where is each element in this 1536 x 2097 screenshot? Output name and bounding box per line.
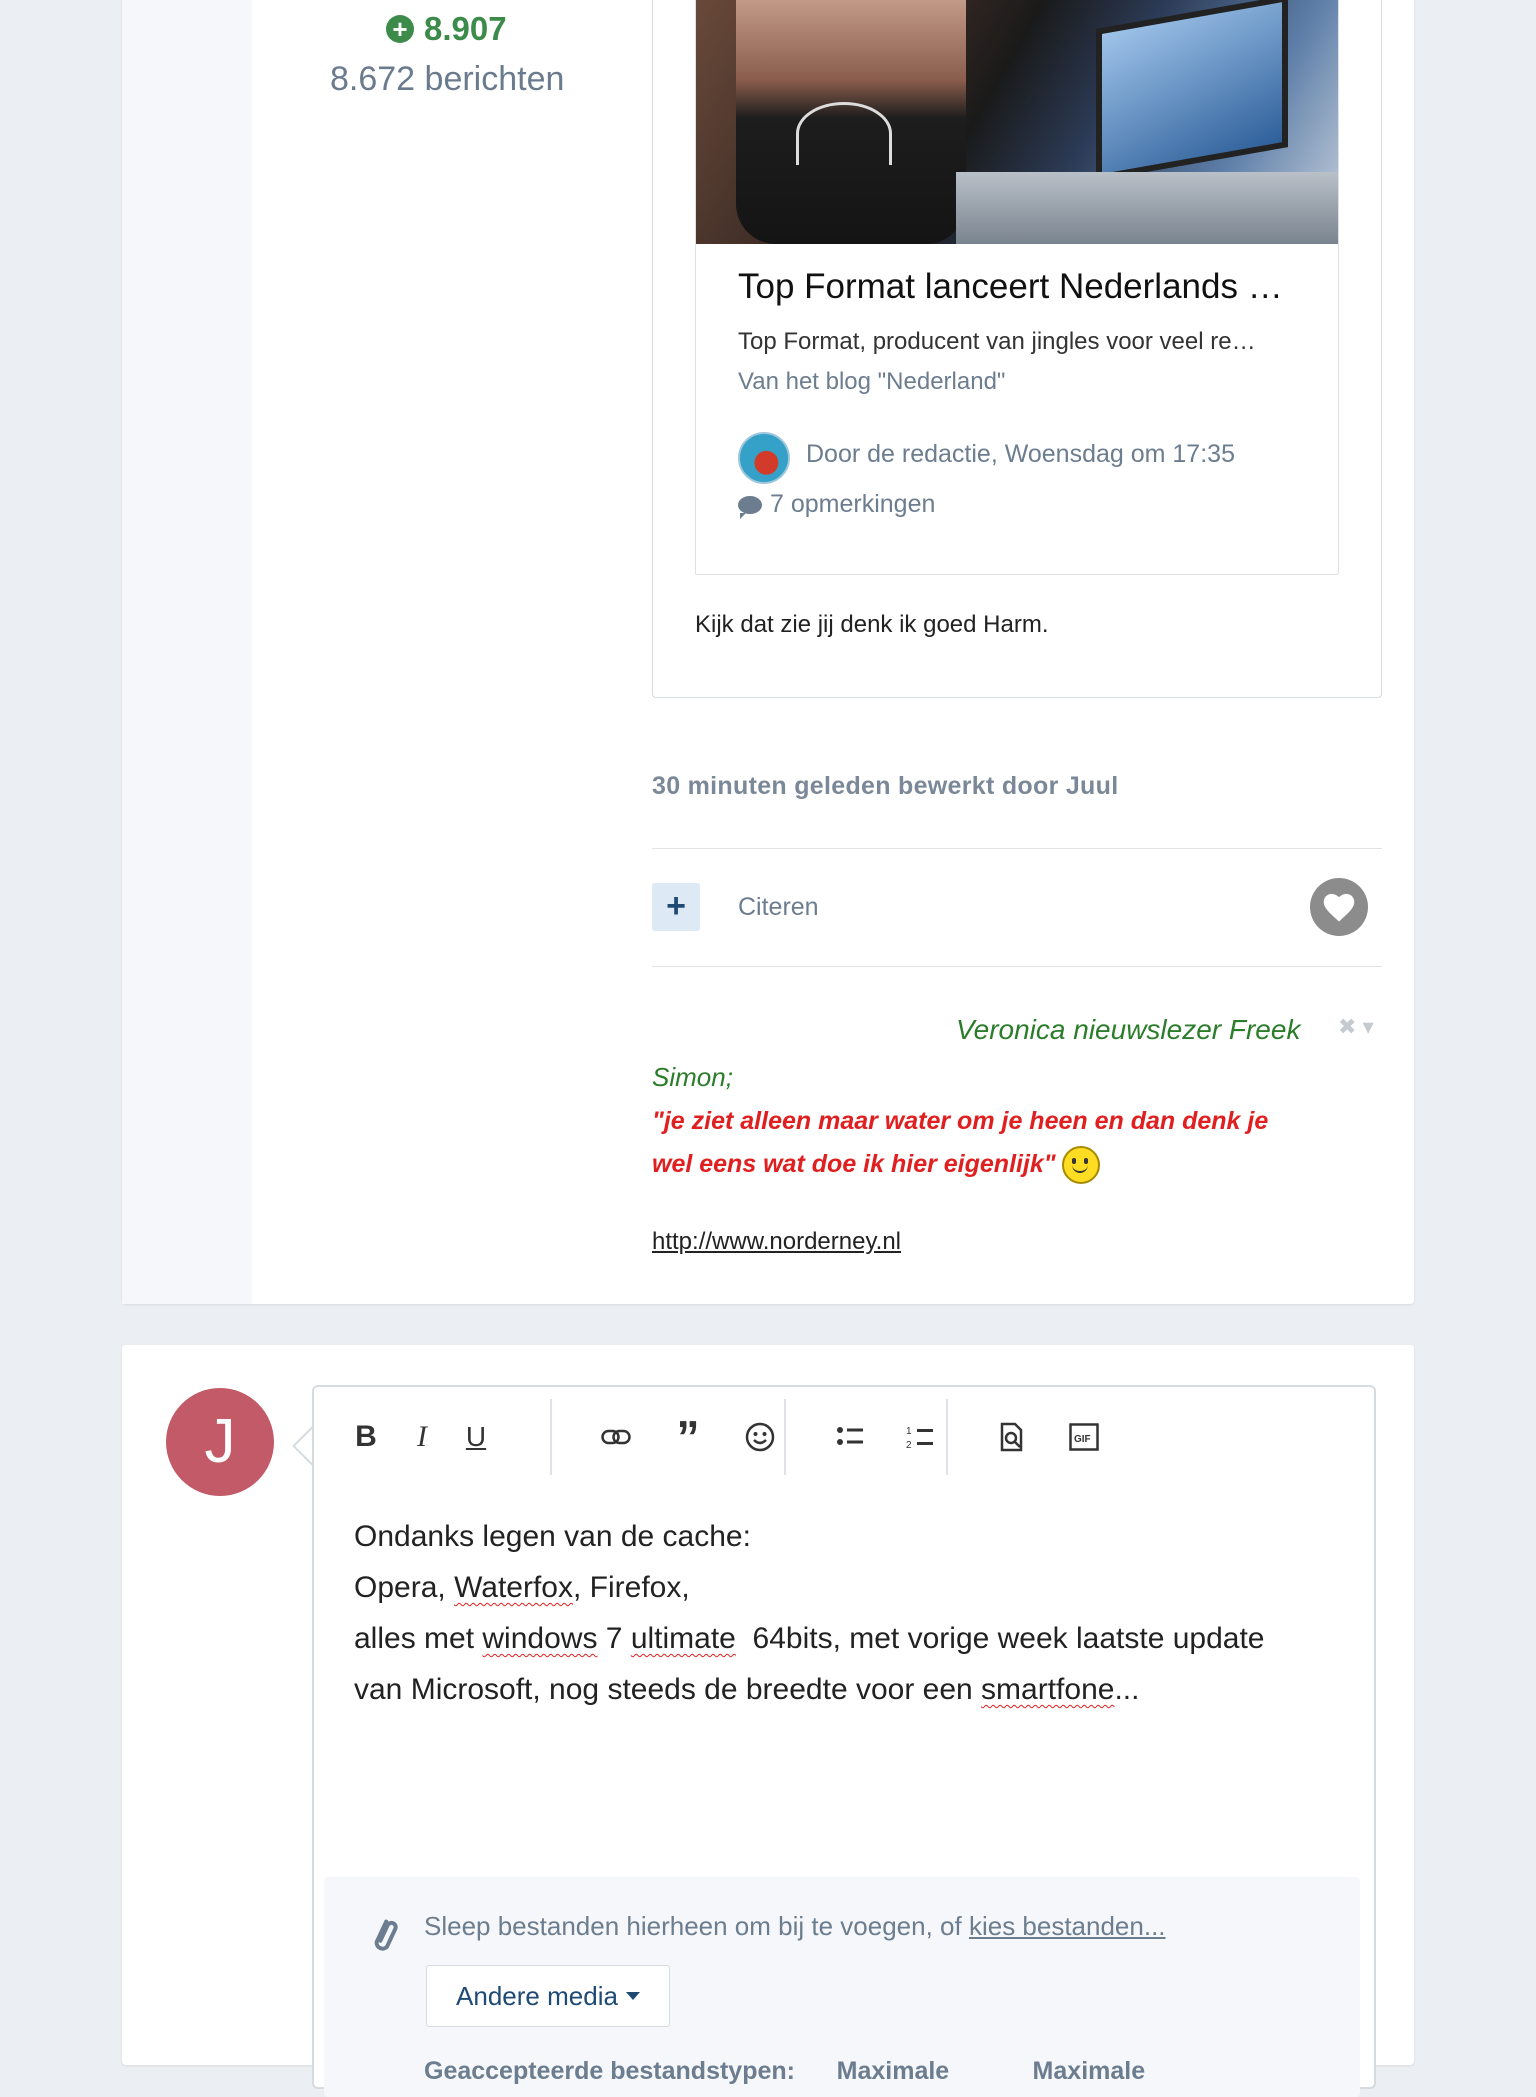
- bullet-list-icon[interactable]: [828, 1415, 872, 1459]
- signature-name: Veronica nieuwslezer Freek: [956, 1014, 1301, 1045]
- embed-card[interactable]: Top Format lanceert Nederlands … Top For…: [695, 0, 1339, 575]
- text-run: Opera,: [354, 1571, 455, 1604]
- embed-title[interactable]: Top Format lanceert Nederlands …: [738, 267, 1298, 307]
- misspelled-word[interactable]: ultimate: [631, 1622, 736, 1655]
- italic-icon[interactable]: I: [400, 1415, 444, 1459]
- embed-description: Top Format, producent van jingles voor v…: [738, 328, 1256, 355]
- other-media-label: Andere media: [456, 1980, 618, 2011]
- preview-icon[interactable]: [990, 1415, 1034, 1459]
- embed-image-monitor: [1096, 0, 1288, 181]
- multiquote-button[interactable]: +: [652, 883, 700, 931]
- avatar[interactable]: J: [166, 1388, 274, 1496]
- chevron-down-icon[interactable]: ▾: [1363, 1014, 1374, 1039]
- attachment-dropzone[interactable]: Sleep bestanden hierheen om bij te voege…: [324, 1877, 1360, 2097]
- text-run: , Firefox,: [572, 1571, 690, 1604]
- text-run: 7: [597, 1622, 631, 1655]
- svg-text:GIF: GIF: [1074, 1434, 1091, 1445]
- heart-icon: [1323, 893, 1355, 922]
- signature-simon: Simon;: [652, 1062, 733, 1092]
- embed-image-shirt-logo: [796, 102, 892, 165]
- other-media-button[interactable]: Andere media: [426, 1965, 670, 2027]
- text-run: ...: [1114, 1673, 1140, 1706]
- signature-link[interactable]: http://www.norderney.nl: [652, 1228, 901, 1256]
- reputation-badge[interactable]: + 8.907: [386, 10, 507, 48]
- editor-line: Opera, Waterfox, Firefox,: [354, 1562, 1354, 1613]
- quote-icon[interactable]: ”: [666, 1414, 710, 1460]
- embed-byline: Door de redactie, Woensdag om 17:35: [806, 440, 1235, 468]
- embed-image-mixing-desk: [956, 172, 1338, 244]
- signature-quote-line1: "je ziet alleen maar water om je heen en…: [652, 1107, 1269, 1135]
- toolbar-divider: [550, 1399, 552, 1475]
- edited-note: 30 minuten geleden bewerkt door Juul: [652, 772, 1119, 800]
- editor-line: Ondanks legen van de cache:: [354, 1520, 751, 1553]
- signature-quote-line2: wel eens wat doe ik hier eigenlijk": [652, 1150, 1056, 1178]
- misspelled-word[interactable]: smartfone: [981, 1673, 1114, 1706]
- message-count: 8.672 berichten: [330, 60, 565, 98]
- embed-author-avatar[interactable]: [738, 432, 790, 484]
- embed-image[interactable]: [696, 0, 1338, 244]
- toolbar-divider: [784, 1399, 786, 1475]
- editor-toolbar: B I U ” 12 GIF: [314, 1387, 1374, 1487]
- gif-icon[interactable]: GIF: [1062, 1415, 1106, 1459]
- embed-comments-label: 7 opmerkingen: [770, 490, 936, 518]
- reply-editor[interactable]: B I U ” 12 GIF Ondanks legen van de cach…: [312, 1385, 1376, 2097]
- like-button[interactable]: [1310, 878, 1368, 936]
- misspelled-word[interactable]: Waterfox: [454, 1571, 573, 1604]
- author-column: [122, 0, 252, 1304]
- toolbar-divider: [946, 1399, 948, 1475]
- plus-circle-icon: +: [386, 15, 414, 43]
- divider: [652, 966, 1382, 967]
- editor-content[interactable]: Ondanks legen van de cache: Opera, Water…: [354, 1511, 1354, 1715]
- link-icon[interactable]: [594, 1415, 638, 1459]
- quote-box: Top Format lanceert Nederlands … Top For…: [652, 0, 1382, 698]
- smiley-icon: [1061, 1146, 1100, 1185]
- dropzone-text: Sleep bestanden hierheen om bij te voege…: [424, 1911, 1166, 1942]
- bold-icon[interactable]: B: [344, 1415, 388, 1459]
- comment-bubble-icon: [738, 495, 762, 519]
- misspelled-word[interactable]: windows: [482, 1622, 597, 1655]
- editor-line: van Microsoft, nog steeds de breedte voo…: [354, 1664, 1354, 1715]
- dropzone-label: Sleep bestanden hierheen om bij te voege…: [424, 1911, 969, 1941]
- svg-text:1: 1: [906, 1426, 912, 1437]
- reputation-value: 8.907: [424, 10, 507, 47]
- text-run: 64bits, met vorige week laatste update: [735, 1622, 1265, 1655]
- caret-down-icon: [625, 1992, 640, 2000]
- embed-comments[interactable]: 7 opmerkingen: [738, 490, 935, 519]
- quote-button[interactable]: Citeren: [738, 893, 819, 922]
- signature-quote: "je ziet alleen maar water om je heen en…: [652, 1100, 1352, 1186]
- paperclip-icon: [374, 1919, 398, 1951]
- svg-text:2: 2: [906, 1440, 912, 1450]
- accepted-file-types: Geaccepteerde bestandstypen: Maximale Ma…: [424, 2057, 1146, 2085]
- text-run: alles met: [354, 1622, 483, 1655]
- choose-files-link[interactable]: kies bestanden...: [969, 1911, 1166, 1941]
- numbered-list-icon[interactable]: 12: [898, 1415, 942, 1459]
- quote-text: Kijk dat zie jij denk ik goed Harm.: [695, 611, 1049, 638]
- hide-signature-icon[interactable]: ✖: [1338, 1014, 1356, 1039]
- underline-icon[interactable]: U: [454, 1415, 498, 1459]
- embed-source[interactable]: Van het blog "Nederland": [738, 368, 1005, 396]
- divider: [652, 848, 1382, 849]
- editor-line: alles met windows 7 ultimate 64bits, met…: [354, 1613, 1354, 1664]
- emoji-icon[interactable]: [738, 1415, 782, 1459]
- text-run: van Microsoft, nog steeds de breedte voo…: [354, 1673, 982, 1706]
- signature-controls[interactable]: ✖ ▾: [1338, 1014, 1374, 1040]
